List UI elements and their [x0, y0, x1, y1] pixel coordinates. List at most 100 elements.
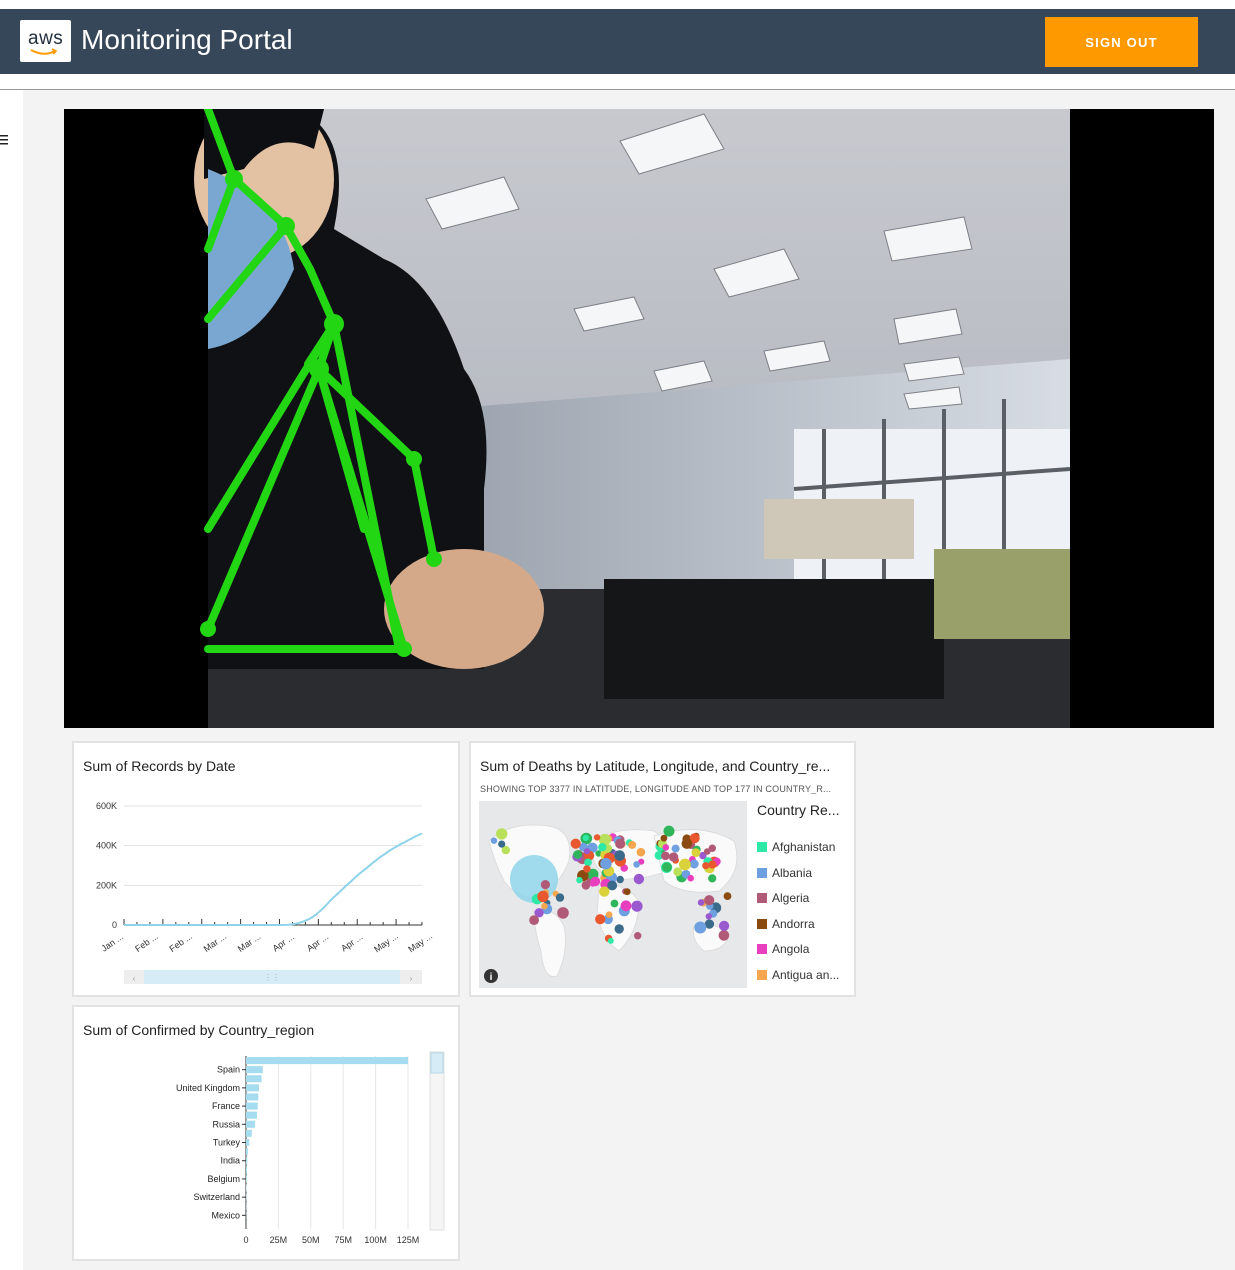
legend-swatch — [757, 969, 767, 980]
map-bubble — [687, 874, 694, 882]
map-bubble — [636, 847, 646, 857]
app-title: Monitoring Portal — [81, 24, 293, 55]
x-tick-label: 75M — [334, 1235, 352, 1245]
bar — [246, 1166, 247, 1174]
map-bubble — [590, 876, 601, 887]
map-bubble — [600, 858, 612, 870]
bar — [246, 1184, 247, 1192]
range-right-arrow: › — [410, 974, 413, 983]
map-bubble — [661, 851, 670, 861]
legend-title: Country Re... — [757, 802, 840, 818]
category-label: France — [212, 1101, 240, 1111]
x-tick-label: Jan ... — [99, 931, 125, 953]
legend-label: Albania — [772, 865, 813, 880]
map-card-subtitle: SHOWING TOP 3377 IN LATITUDE, LONGITUDE … — [480, 784, 832, 794]
x-tick-label: 0 — [243, 1235, 248, 1245]
map-bubble — [490, 837, 498, 844]
aws-smile-icon — [30, 48, 58, 55]
map-bubble — [671, 844, 680, 853]
legend-label: Afghanistan — [772, 840, 836, 854]
map-bubble — [583, 865, 591, 873]
map-bubble — [595, 914, 606, 925]
aws-logo: aws — [20, 20, 71, 62]
scroll-track — [429, 1051, 445, 1231]
map-bubble — [598, 843, 607, 852]
map-bubble — [723, 892, 732, 900]
bar — [246, 1075, 262, 1083]
map-bubble — [628, 840, 637, 849]
map-bubble — [631, 900, 643, 912]
records-by-date-card[interactable]: Sum of Records by Date 600K 400K 200K 0 Jan … — [72, 741, 460, 997]
legend-label: Antigua an... — [772, 967, 840, 982]
map-bubble — [697, 899, 705, 906]
map-bubble — [614, 850, 625, 861]
legend-item[interactable]: Algeria — [757, 891, 809, 905]
map-bubble — [662, 862, 672, 872]
map-bubble — [660, 834, 668, 842]
x-tick-label: Mar ... — [202, 931, 229, 954]
bar — [246, 1066, 263, 1074]
legend-item[interactable]: Angola — [757, 942, 809, 956]
bar — [246, 1093, 259, 1101]
bar — [246, 1057, 408, 1065]
category-label: United Kingdom — [176, 1083, 240, 1093]
map-bubble — [555, 893, 565, 902]
x-tick-label: 50M — [302, 1235, 320, 1245]
aws-logo-text: aws — [28, 28, 64, 49]
map-bubble — [679, 858, 691, 871]
deaths-bubble-map[interactable]: i — [479, 801, 747, 988]
map-bubble — [634, 932, 642, 940]
deaths-map-card[interactable]: Sum of Deaths by Latitude, Longitude, an… — [469, 741, 856, 997]
confirmed-bar-chart[interactable]: 0 25M 50M 75M 100M 125M Spain United Kingdom Fra… — [74, 1007, 458, 1259]
map-bubble — [623, 888, 631, 896]
legend-swatch — [757, 867, 767, 878]
bar — [246, 1148, 248, 1156]
map-bubble — [662, 844, 670, 851]
legend-item[interactable]: Albania — [757, 866, 812, 880]
map-bubble — [496, 828, 508, 840]
map-bubble — [584, 858, 592, 867]
bar — [246, 1129, 252, 1137]
map-bubble — [681, 838, 693, 849]
legend-label: Andorra — [772, 916, 815, 931]
map-bubble — [498, 840, 506, 848]
category-label: Spain — [217, 1065, 240, 1075]
bar — [246, 1157, 248, 1165]
bar — [246, 1111, 257, 1119]
map-bubble — [607, 937, 614, 944]
map-bubble — [616, 875, 624, 884]
hamburger-menu-icon[interactable] — [0, 132, 10, 146]
camera-video-feed[interactable] — [64, 109, 1214, 728]
legend-item[interactable]: Andorra — [757, 917, 815, 931]
map-bubble — [583, 848, 591, 855]
map-bubble — [708, 874, 717, 883]
x-tick-label: 125M — [397, 1235, 420, 1245]
map-bubble — [557, 907, 569, 919]
x-tick-label: Feb ... — [133, 931, 160, 954]
map-bubble — [668, 852, 679, 862]
map-bubble — [576, 876, 583, 884]
y-tick-label: 600K — [96, 801, 117, 811]
legend-item[interactable]: Antigua an... — [757, 968, 839, 982]
scroll-thumb — [430, 1052, 444, 1074]
records-line-chart[interactable]: 600K 400K 200K 0Jan ... Feb ... Feb ... Mar ..… — [74, 743, 458, 995]
x-tick-label: 100M — [364, 1235, 387, 1245]
bar — [246, 1175, 247, 1183]
map-bubble — [673, 867, 683, 877]
category-label: India — [220, 1156, 240, 1166]
video-frame — [194, 109, 1071, 728]
bar — [246, 1102, 258, 1110]
legend-swatch — [757, 944, 767, 954]
legend-item[interactable]: Afghanistan — [757, 840, 835, 854]
legend-swatch — [757, 918, 767, 929]
map-bubble — [719, 920, 730, 931]
sign-out-button[interactable]: SIGN OUT — [1045, 17, 1198, 67]
category-label: Belgium — [207, 1174, 240, 1184]
map-bubble — [708, 860, 717, 869]
map-card-title: Sum of Deaths by Latitude, Longitude, an… — [480, 758, 831, 774]
confirmed-by-country-card[interactable]: Sum of Confirmed by Country_region 0 25M 5… — [72, 1005, 460, 1261]
map-bubble — [620, 900, 632, 912]
map-bubble — [605, 911, 613, 918]
map-bubble — [607, 880, 618, 891]
range-left-arrow: ‹ — [133, 974, 136, 983]
